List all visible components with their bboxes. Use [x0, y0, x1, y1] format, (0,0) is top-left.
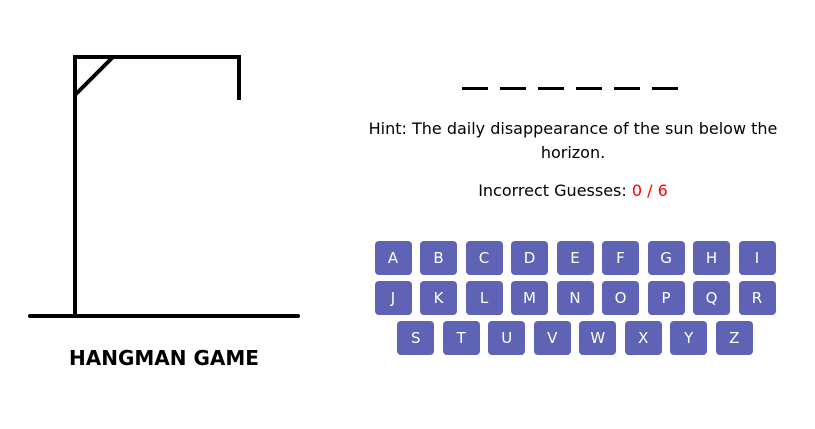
- letter-slot: [462, 66, 488, 90]
- gallows-brace: [73, 55, 115, 97]
- letter-slot: [614, 66, 640, 90]
- letter-key-y[interactable]: Y: [670, 321, 708, 355]
- letter-key-d[interactable]: D: [511, 241, 548, 275]
- incorrect-guesses: Incorrect Guesses: 0 / 6: [368, 179, 778, 203]
- letter-slot: [576, 66, 602, 90]
- letter-key-t[interactable]: T: [442, 321, 480, 355]
- letter-key-e[interactable]: E: [556, 241, 594, 275]
- incorrect-guesses-label: Incorrect Guesses:: [478, 181, 627, 200]
- letter-key-p[interactable]: P: [647, 281, 685, 315]
- letter-key-f[interactable]: F: [602, 241, 639, 275]
- letter-key-o[interactable]: O: [602, 281, 639, 315]
- keyboard-row: STUVWXYZ: [370, 321, 780, 355]
- letter-key-s[interactable]: S: [397, 321, 435, 355]
- word-display: [462, 66, 678, 90]
- letter-slot: [500, 66, 526, 90]
- game-title: HANGMAN GAME: [69, 346, 259, 370]
- hint-label: Hint:: [368, 119, 407, 138]
- letter-key-q[interactable]: Q: [693, 281, 730, 315]
- letter-key-u[interactable]: U: [488, 321, 526, 355]
- hint-text: The daily disappearance of the sun below…: [411, 119, 778, 162]
- letter-key-r[interactable]: R: [738, 281, 776, 315]
- letter-slot: [652, 66, 678, 90]
- keyboard-row: ABCDEFGHI: [370, 241, 780, 275]
- letter-key-n[interactable]: N: [556, 281, 594, 315]
- hint: Hint: The daily disappearance of the sun…: [368, 117, 778, 165]
- letter-key-l[interactable]: L: [465, 281, 503, 315]
- letter-key-i[interactable]: I: [738, 241, 776, 275]
- letter-key-a[interactable]: A: [374, 241, 412, 275]
- gallows-drawing: [28, 55, 300, 318]
- letter-key-k[interactable]: K: [420, 281, 457, 315]
- letter-key-v[interactable]: V: [533, 321, 571, 355]
- letter-key-b[interactable]: B: [420, 241, 457, 275]
- letter-key-h[interactable]: H: [693, 241, 730, 275]
- letter-key-w[interactable]: W: [579, 321, 617, 355]
- letter-key-x[interactable]: X: [624, 321, 662, 355]
- letter-key-m[interactable]: M: [511, 281, 548, 315]
- letter-slot: [538, 66, 564, 90]
- keyboard-row: JKLMNOPQR: [370, 281, 780, 315]
- letter-key-j[interactable]: J: [374, 281, 412, 315]
- letter-key-z[interactable]: Z: [715, 321, 753, 355]
- letter-keyboard: ABCDEFGHI JKLMNOPQR STUVWXYZ: [370, 241, 780, 361]
- letter-key-g[interactable]: G: [647, 241, 685, 275]
- incorrect-guesses-count: 0 / 6: [631, 181, 668, 200]
- letter-key-c[interactable]: C: [465, 241, 503, 275]
